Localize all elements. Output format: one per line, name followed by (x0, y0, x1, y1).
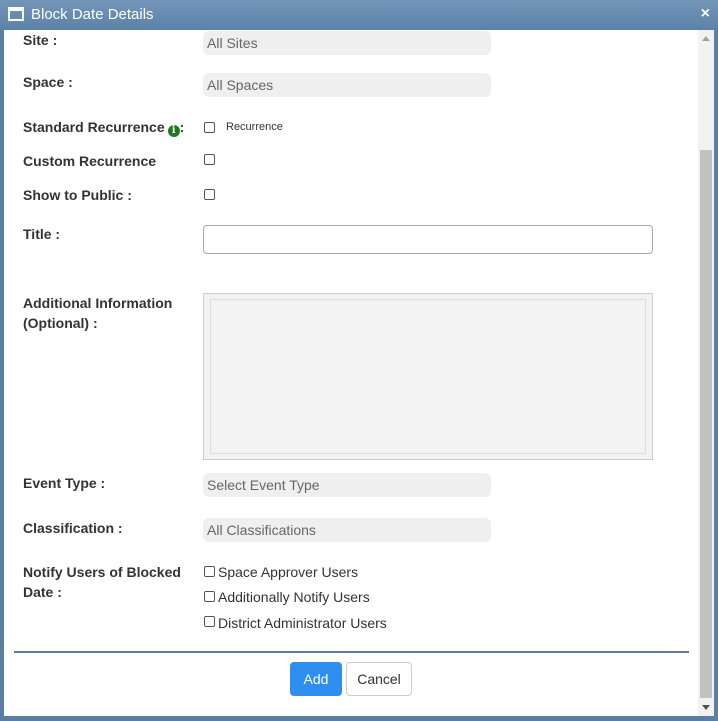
notify-space-approver-checkbox[interactable] (204, 566, 215, 577)
dialog-title: Block Date Details (31, 6, 154, 23)
show-to-public-checkbox[interactable] (204, 189, 215, 200)
block-date-dialog: Block Date Details × Site : All Sites Sp… (0, 0, 718, 721)
additional-info-textarea-inner[interactable] (210, 299, 646, 454)
cancel-button[interactable]: Cancel (346, 662, 412, 696)
dialog-titlebar[interactable]: Block Date Details × (0, 0, 718, 30)
notify-space-approver-label: Space Approver Users (218, 564, 359, 580)
standard-recurrence-checkbox[interactable] (204, 122, 215, 133)
site-label: Site : (23, 32, 58, 48)
notify-district-admin-label: District Administrator Users (218, 615, 387, 631)
custom-recurrence-checkbox[interactable] (204, 154, 215, 165)
event-type-label: Event Type : (23, 475, 106, 491)
classification-select[interactable]: All Classifications (203, 518, 491, 542)
additional-info-label-line1: Additional Information (23, 295, 173, 311)
scrollbar-thumb[interactable] (700, 150, 712, 698)
content-scrollbar[interactable] (698, 30, 714, 716)
add-button[interactable]: Add (290, 662, 342, 696)
scroll-down-icon[interactable] (702, 705, 710, 710)
classification-label: Classification : (23, 520, 123, 536)
footer-divider (14, 651, 689, 653)
scroll-up-icon[interactable] (702, 36, 710, 41)
custom-recurrence-label: Custom Recurrence (23, 153, 157, 169)
recurrence-option-label: Recurrence (226, 121, 283, 133)
notify-district-admin-checkbox[interactable] (204, 616, 215, 627)
additional-info-textarea[interactable] (203, 293, 653, 460)
site-select[interactable]: All Sites (203, 31, 491, 55)
space-select[interactable]: All Spaces (203, 73, 491, 97)
notify-additional-label: Additionally Notify Users (218, 589, 370, 605)
event-type-select[interactable]: Select Event Type (203, 473, 491, 497)
info-icon[interactable]: i (167, 125, 180, 137)
additional-info-label-line2: (Optional) : (23, 315, 98, 331)
standard-recurrence-label-suffix: : (179, 119, 185, 135)
title-input[interactable] (203, 225, 653, 254)
notify-label-line1: Notify Users of Blocked (23, 564, 181, 580)
notify-additional-checkbox[interactable] (204, 591, 215, 602)
show-to-public-label: Show to Public : (23, 187, 132, 203)
standard-recurrence-label: Standard Recurrence i: (23, 117, 184, 137)
window-icon (8, 7, 24, 21)
space-label: Space : (23, 74, 73, 90)
title-label: Title : (23, 226, 61, 242)
close-icon[interactable]: × (701, 5, 710, 23)
dialog-content: Site : All Sites Space : All Spaces Stan… (4, 30, 714, 716)
notify-label-line2: Date : (23, 584, 62, 600)
standard-recurrence-label-text: Standard Recurrence (23, 119, 165, 135)
